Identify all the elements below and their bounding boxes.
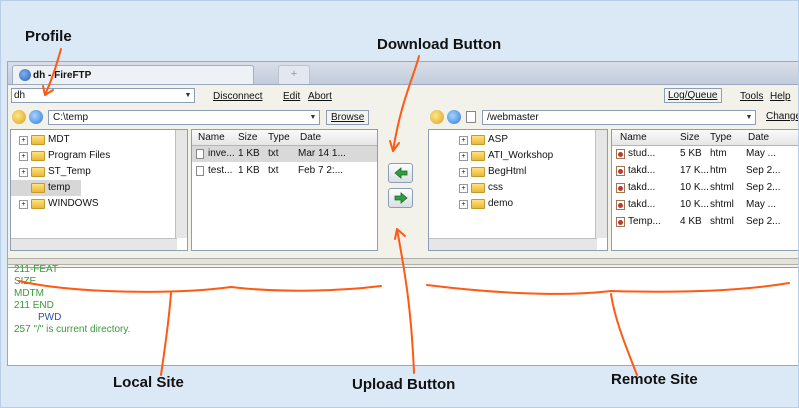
local-site-pointer-line — [160, 292, 172, 376]
download-pointer-line — [392, 55, 420, 152]
upload-button-annotation: Upload Button — [352, 376, 456, 393]
tutorial-screenshot: Profile Download Button dh - FireFTP + d… — [0, 0, 799, 408]
upload-pointer-line — [396, 228, 415, 374]
local-site-bracket — [18, 280, 382, 293]
remote-site-pointer-line — [610, 293, 638, 376]
remote-site-annotation: Remote Site — [611, 371, 698, 388]
local-site-annotation: Local Site — [113, 374, 184, 391]
profile-pointer-line — [44, 48, 62, 96]
remote-site-bracket — [426, 282, 790, 295]
annotation-lines — [18, 48, 790, 376]
